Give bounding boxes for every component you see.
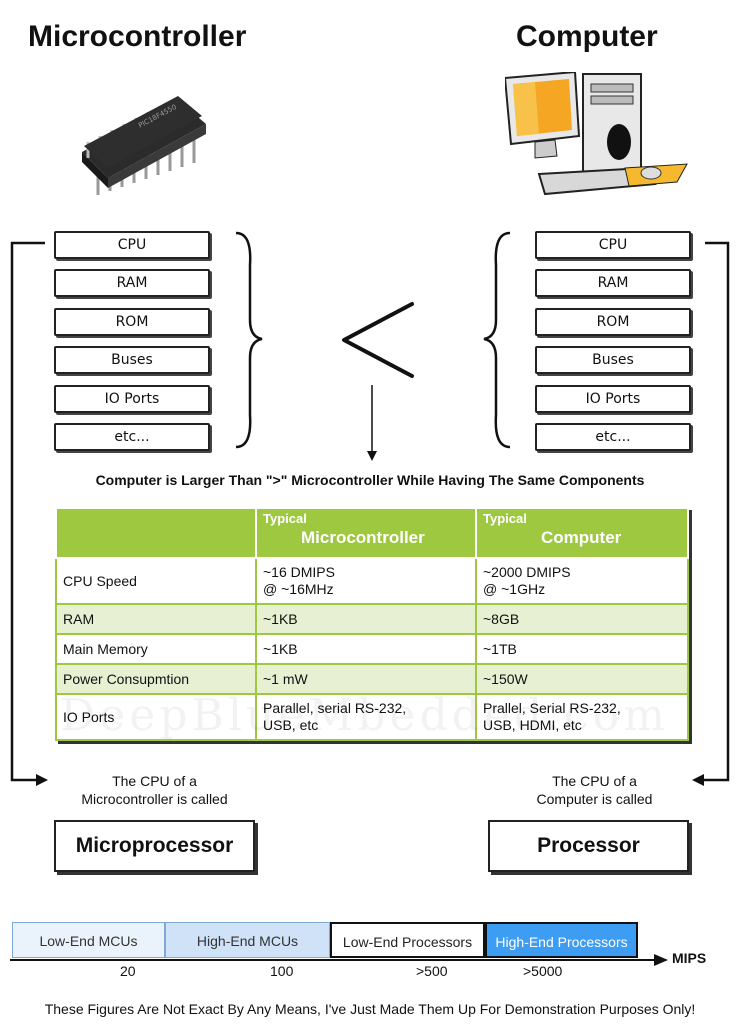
footnote: These Figures Are Not Exact By Any Means… <box>44 1001 696 1017</box>
microcontroller-chip-image: PIC18F4550 <box>82 96 206 195</box>
mcu-main-memory: ~1KB <box>255 633 477 665</box>
pc-power: ~150W <box>475 663 689 695</box>
pc-component-ram: RAM <box>535 269 691 297</box>
header-typical-label: Typical <box>263 511 307 526</box>
pc-component-buses: Buses <box>535 346 691 374</box>
comparison-note: Computer is Larger Than ">" Microcontrol… <box>95 472 645 488</box>
microprocessor-box: Microprocessor <box>54 820 255 872</box>
table-row: Power Consupmtion ~1 mW ~150W <box>55 663 689 695</box>
pc-component-io-ports: IO Ports <box>535 385 691 413</box>
row-label: IO Ports <box>55 693 257 741</box>
tick-20: 20 <box>120 963 136 979</box>
mcu-cpu-speed: ~16 DMIPS @ ~16MHz <box>255 557 477 605</box>
row-label: RAM <box>55 603 257 635</box>
table-row: RAM ~1KB ~8GB <box>55 603 689 635</box>
pc-component-etc: etc... <box>535 423 691 451</box>
pc-component-cpu: CPU <box>535 231 691 259</box>
mcu-component-buses: Buses <box>54 346 210 374</box>
processor-box: Processor <box>488 820 689 872</box>
less-than-symbol <box>342 302 414 378</box>
left-caption: The CPU of a Microcontroller is called <box>81 773 228 807</box>
mcu-component-ram: RAM <box>54 269 210 297</box>
comparison-table: Typical Microcontroller Typical Computer… <box>55 507 689 741</box>
right-caption: The CPU of a Computer is called <box>536 773 653 807</box>
mcu-io-ports: Parallel, serial RS-232, USB, etc <box>255 693 477 741</box>
table-header-microcontroller: Typical Microcontroller <box>255 507 477 559</box>
mcu-ram: ~1KB <box>255 603 477 635</box>
pc-cpu-speed: ~2000 DMIPS @ ~1GHz <box>475 557 689 605</box>
table-header-computer: Typical Computer <box>475 507 689 559</box>
table-row: CPU Speed ~16 DMIPS @ ~16MHz ~2000 DMIPS… <box>55 557 689 605</box>
table-row: IO Ports Parallel, serial RS-232, USB, e… <box>55 693 689 741</box>
mcu-component-io-ports: IO Ports <box>54 385 210 413</box>
tick-500: >500 <box>416 963 448 979</box>
row-label: CPU Speed <box>55 557 257 605</box>
mcu-component-rom: ROM <box>54 308 210 336</box>
header-typical-label: Typical <box>483 511 527 526</box>
pc-component-rom: ROM <box>535 308 691 336</box>
tick-5000: >5000 <box>523 963 563 979</box>
table-row: Main Memory ~1KB ~1TB <box>55 633 689 665</box>
title-computer: Computer <box>516 20 658 53</box>
pc-main-memory: ~1TB <box>475 633 689 665</box>
row-label: Power Consupmtion <box>55 663 257 695</box>
mcu-component-etc: etc... <box>54 423 210 451</box>
row-label: Main Memory <box>55 633 257 665</box>
header-computer-label: Computer <box>541 528 622 547</box>
mips-axis <box>10 954 668 966</box>
tick-100: 100 <box>270 963 294 979</box>
pc-ram: ~8GB <box>475 603 689 635</box>
mcu-component-cpu: CPU <box>54 231 210 259</box>
header-microcontroller-label: Microcontroller <box>301 528 425 547</box>
pc-io-ports: Prallel, Serial RS-232, USB, HDMI, etc <box>475 693 689 741</box>
mcu-power: ~1 mW <box>255 663 477 695</box>
computer-image <box>505 72 688 196</box>
mips-axis-label: MIPS <box>672 950 707 966</box>
title-microcontroller: Microcontroller <box>28 20 247 53</box>
table-header-empty <box>55 507 257 559</box>
